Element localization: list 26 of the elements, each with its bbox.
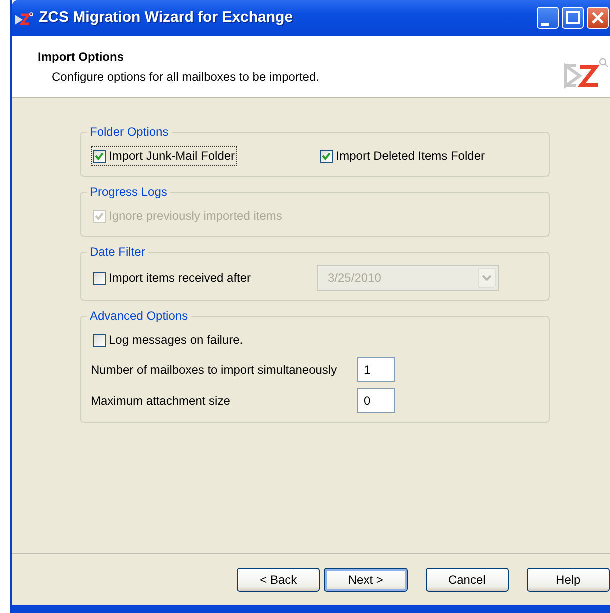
wizard-button[interactable]: Cancel	[426, 568, 509, 592]
maximize-button[interactable]	[562, 7, 584, 29]
field-label: Maximum attachment size	[91, 392, 230, 410]
group-label: Folder Options	[87, 124, 172, 140]
wizard-button[interactable]: < Back	[237, 568, 320, 592]
close-button[interactable]	[587, 7, 609, 29]
minimize-button[interactable]	[537, 7, 559, 29]
checkbox[interactable]: Log messages on failure.	[91, 330, 246, 350]
page-subtitle: Configure options for all mailboxes to be imported.	[51, 69, 320, 86]
number-field[interactable]: 0	[357, 388, 395, 413]
window-title: ZCS Migration Wizard for Exchange	[39, 8, 294, 28]
check-icon	[95, 152, 104, 160]
minimize-icon	[541, 22, 549, 26]
check-icon	[95, 212, 104, 220]
checkbox[interactable]: Import Deleted Items Folder	[318, 146, 487, 166]
group-label: Advanced Options	[87, 308, 192, 324]
checkbox[interactable]: Import Junk-Mail Folder	[91, 146, 238, 166]
wizard-button[interactable]: Help	[526, 568, 610, 592]
field-label: Number of mailboxes to import simultaneously	[91, 362, 338, 378]
page-title: Import Options	[38, 49, 125, 66]
number-field[interactable]: 1	[357, 357, 395, 382]
app-icon	[14, 12, 34, 26]
check-icon	[322, 152, 332, 160]
checkbox[interactable]: Import items received after	[91, 268, 254, 288]
wizard-button[interactable]: Next >	[324, 568, 408, 592]
caret-icon	[482, 275, 492, 281]
